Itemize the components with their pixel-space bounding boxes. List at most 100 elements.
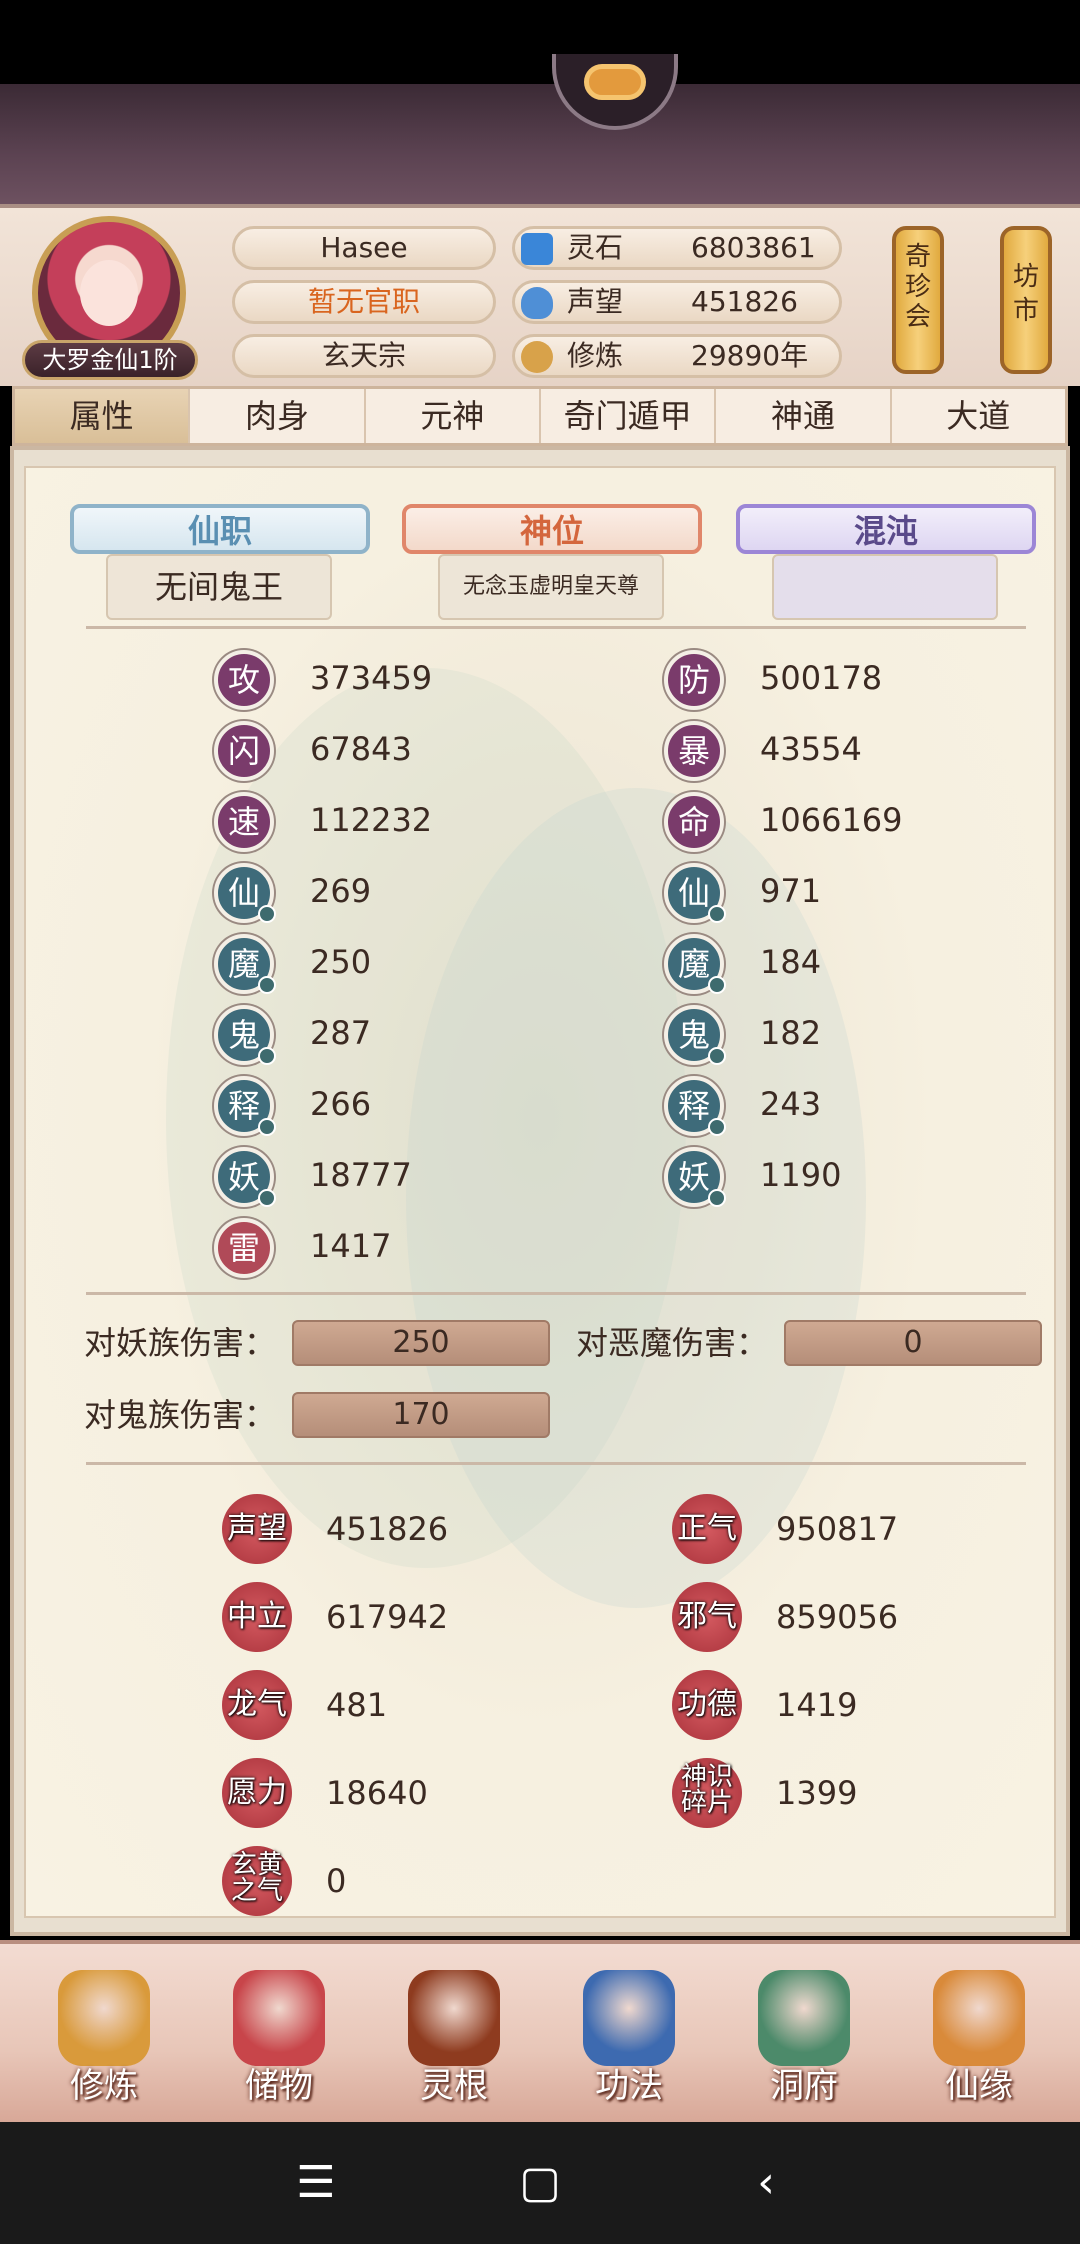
gourd-icon [933, 1970, 1025, 2066]
nav-cave-dwelling-button[interactable]: 洞府 [734, 1964, 874, 2114]
stat-icon: 命 [664, 792, 724, 852]
stat-value: 184 [760, 943, 822, 981]
prestige-crystal-icon [521, 287, 553, 319]
title-divine-seat[interactable]: 神位 [402, 504, 702, 554]
stat-icon: 暴 [664, 721, 724, 781]
divine-seat-value: 无念玉虚明皇天尊 [438, 554, 664, 620]
nav-spirit-root-button[interactable]: 灵根 [384, 1964, 524, 2114]
tab-body[interactable]: 肉身 [190, 389, 366, 443]
rank-badge: 大罗金仙1阶 [22, 340, 198, 380]
immortal-post-value: 无间鬼王 [106, 554, 332, 620]
stat-value: 67843 [310, 730, 412, 768]
reputation-label: 邪气 [672, 1582, 742, 1652]
tab-attributes[interactable]: 属性 [15, 389, 191, 443]
cave-dwelling-icon [758, 1970, 850, 2066]
title-chaos[interactable]: 混沌 [736, 504, 1036, 554]
resource-label: 灵石 [567, 231, 624, 264]
resource-prestige: 声望 451826 [512, 280, 842, 324]
resource-value: 6803861 [691, 231, 816, 264]
nav-gourd-button[interactable]: 仙缘 [909, 1964, 1049, 2114]
stat-value: 112232 [310, 801, 433, 839]
damage-value-evil-demon: 0 [784, 1320, 1042, 1366]
info-dot-icon[interactable] [708, 976, 726, 994]
stat-icon: 速 [214, 792, 274, 852]
storage-bag-icon [233, 1970, 325, 2066]
nav-label: 洞府 [770, 2066, 838, 2106]
nav-label: 仙缘 [945, 2066, 1013, 2106]
reputation-value: 1399 [776, 1774, 858, 1812]
info-dot-icon[interactable] [258, 976, 276, 994]
divider [86, 1292, 1026, 1295]
back-icon[interactable]: ‹ [736, 2158, 796, 2208]
technique-book-icon [583, 1970, 675, 2066]
chaos-value [772, 554, 998, 620]
top-background [0, 84, 1080, 204]
info-dot-icon[interactable] [258, 1047, 276, 1065]
tab-spirit[interactable]: 元神 [366, 389, 541, 443]
reputation-value: 0 [326, 1862, 347, 1900]
reputation-label: 中立 [222, 1582, 292, 1652]
treasure-fair-button[interactable]: 奇珍会 [892, 226, 944, 374]
tab-powers[interactable]: 神通 [716, 389, 892, 443]
stat-icon: 闪 [214, 721, 274, 781]
reputation-label: 神识碎片 [672, 1758, 742, 1828]
resource-label: 声望 [567, 285, 624, 318]
resource-cultivation: 修炼 29890年 [512, 334, 842, 378]
status-bar [0, 0, 1080, 84]
reputation-value: 1419 [776, 1686, 858, 1724]
info-dot-icon[interactable] [708, 1047, 726, 1065]
nav-technique-book-button[interactable]: 功法 [559, 1964, 699, 2114]
reputation-value: 451826 [326, 1510, 449, 1548]
tab-dao[interactable]: 大道 [892, 389, 1065, 443]
system-nav-bar: ☰ ▢ ‹ [0, 2122, 1080, 2244]
stat-value: 243 [760, 1085, 822, 1123]
stat-value: 971 [760, 872, 822, 910]
sect-name: 玄天宗 [232, 334, 496, 378]
attributes-panel-inner[interactable]: 仙职 无间鬼王 神位 无念玉虚明皇天尊 混沌 攻 373459 闪 67843 速 112… [24, 466, 1056, 1918]
spirit-root-icon [408, 1970, 500, 2066]
market-button[interactable]: 坊市 [1000, 226, 1052, 374]
stat-value: 1190 [760, 1156, 842, 1194]
nav-cultivate-button[interactable]: 修炼 [34, 1964, 174, 2114]
reputation-label: 功德 [672, 1670, 742, 1740]
tab-bar: 属性 肉身 元神 奇门遁甲 神通 大道 [12, 386, 1068, 446]
reputation-label: 愿力 [222, 1758, 292, 1828]
info-dot-icon[interactable] [708, 1189, 726, 1207]
info-dot-icon[interactable] [708, 1118, 726, 1136]
stat-value: 373459 [310, 659, 433, 697]
info-dot-icon[interactable] [258, 1118, 276, 1136]
nav-label: 灵根 [420, 2066, 488, 2106]
player-name: Hasee [232, 226, 496, 270]
info-dot-icon[interactable] [708, 905, 726, 923]
stat-icon: 雷 [214, 1218, 274, 1278]
menu-icon[interactable]: ☰ [286, 2158, 346, 2208]
reputation-label: 玄黄之气 [222, 1846, 292, 1916]
official-title: 暂无官职 [232, 280, 496, 324]
bottom-nav: 修炼 储物 灵根 功法 洞府 仙缘 [0, 1940, 1080, 2122]
stat-value: 182 [760, 1014, 822, 1052]
reputation-value: 481 [326, 1686, 388, 1724]
stat-value: 1066169 [760, 801, 903, 839]
title-immortal-post[interactable]: 仙职 [70, 504, 370, 554]
resource-spirit-stone: 灵石 6803861 [512, 226, 842, 270]
damage-label-demon-race: 对妖族伤害： [84, 1324, 277, 1362]
knot-icon [584, 64, 646, 100]
damage-label-evil-demon: 对恶魔伤害： [576, 1324, 769, 1362]
nav-storage-bag-button[interactable]: 储物 [209, 1964, 349, 2114]
stat-icon: 攻 [214, 650, 274, 710]
damage-value-ghost-race: 170 [292, 1392, 550, 1438]
divider [86, 626, 1026, 629]
nav-label: 修炼 [70, 2066, 138, 2106]
resource-value: 29890年 [691, 339, 809, 372]
stat-value: 269 [310, 872, 372, 910]
reputation-value: 617942 [326, 1598, 449, 1636]
home-icon[interactable]: ▢ [510, 2158, 570, 2208]
attributes-panel: 仙职 无间鬼王 神位 无念玉虚明皇天尊 混沌 攻 373459 闪 67843 速 112… [10, 446, 1070, 1936]
reputation-label: 正气 [672, 1494, 742, 1564]
stat-icon: 防 [664, 650, 724, 710]
reputation-value: 950817 [776, 1510, 899, 1548]
info-dot-icon[interactable] [258, 905, 276, 923]
info-dot-icon[interactable] [258, 1189, 276, 1207]
meditation-icon [521, 341, 553, 373]
tab-qimen[interactable]: 奇门遁甲 [541, 389, 717, 443]
